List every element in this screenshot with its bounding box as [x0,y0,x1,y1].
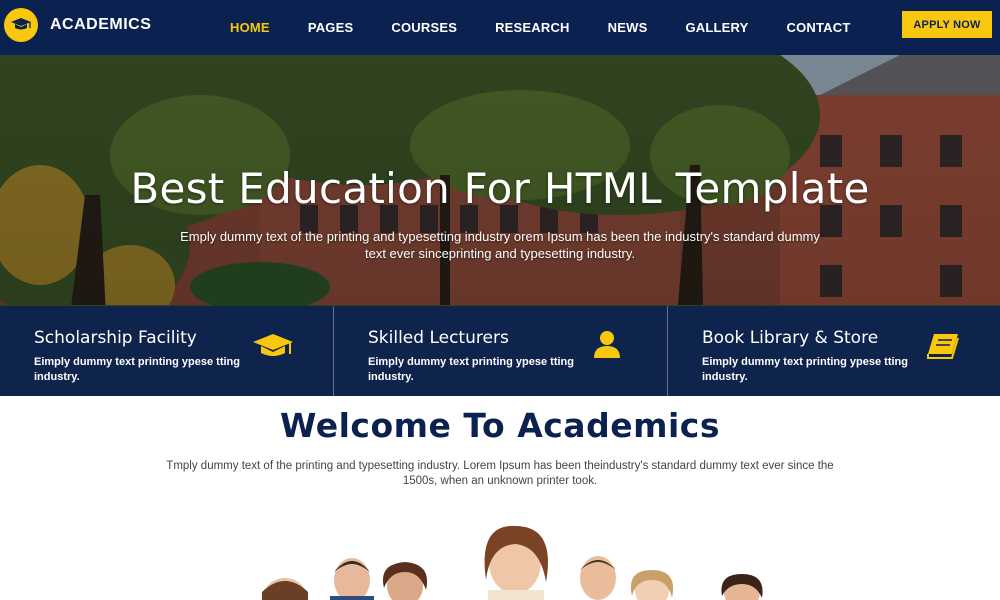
feature-title: Book Library & Store [702,328,879,348]
feature-scholarship[interactable]: Scholarship Facility Eimply dummy text p… [0,306,334,396]
feature-title: Skilled Lecturers [368,328,509,348]
main-nav: HOME PAGES COURSES RESEARCH NEWS GALLERY… [230,0,888,55]
user-icon [594,331,620,358]
graduation-cap-icon [4,8,38,42]
brand[interactable]: ACADEMICS [4,8,151,42]
feature-title: Scholarship Facility [34,328,197,348]
hero-subtitle: Emply dummy text of the printing and typ… [180,229,820,261]
book-icon [927,334,959,359]
nav-courses[interactable]: COURSES [391,20,457,35]
feature-strip: Scholarship Facility Eimply dummy text p… [0,306,1000,396]
top-navbar: ACADEMICS HOME PAGES COURSES RESEARCH NE… [0,0,1000,55]
brand-name: ACADEMICS [50,16,152,33]
apply-now-button[interactable]: APPLY NOW [902,11,992,38]
feature-text: Eimply dummy text printing ypese tting i… [34,356,240,383]
welcome-text: Tmply dummy text of the printing and typ… [166,460,834,487]
feature-text: Eimply dummy text printing ypese tting i… [702,356,908,383]
nav-gallery[interactable]: GALLERY [685,20,748,35]
welcome-title: Welcome To Academics [280,406,720,445]
hero-title: Best Education For HTML Template [130,164,870,213]
feature-lecturers[interactable]: Skilled Lecturers Eimply dummy text prin… [334,306,668,396]
nav-contact[interactable]: CONTACT [786,20,850,35]
nav-news[interactable]: NEWS [608,20,648,35]
nav-pages[interactable]: PAGES [308,20,354,35]
feature-text: Eimply dummy text printing ypese tting i… [368,356,574,383]
nav-home[interactable]: HOME [230,20,270,35]
feature-library[interactable]: Book Library & Store Eimply dummy text p… [668,306,1000,396]
students-group-image [262,525,763,600]
nav-research[interactable]: RESEARCH [495,20,570,35]
graduation-cap-icon [253,334,293,356]
